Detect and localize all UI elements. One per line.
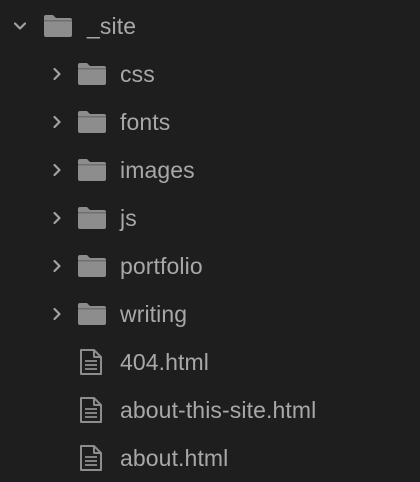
tree-item-label: about.html	[120, 445, 229, 471]
tree-item-label: js	[120, 205, 137, 231]
tree-item-label: images	[120, 157, 195, 183]
file-icon	[79, 444, 103, 472]
chevron-right-icon[interactable]	[48, 257, 66, 275]
tree-folder-portfolio[interactable]: portfolio	[0, 242, 420, 290]
tree-item-label: 404.html	[120, 349, 210, 375]
folder-icon	[77, 302, 107, 326]
tree-folder-fonts[interactable]: fonts	[0, 98, 420, 146]
tree-item-label: about-this-site.html	[120, 397, 317, 423]
chevron-right-icon[interactable]	[48, 113, 66, 131]
tree-folder-site[interactable]: _site	[0, 2, 420, 50]
tree-file-about[interactable]: about.html	[0, 434, 420, 482]
tree-item-label: css	[120, 61, 155, 87]
tree-file-about-this-site[interactable]: about-this-site.html	[0, 386, 420, 434]
tree-folder-css[interactable]: css	[0, 50, 420, 98]
folder-icon	[77, 110, 107, 134]
tree-item-label: _site	[87, 13, 137, 39]
tree-folder-writing[interactable]: writing	[0, 290, 420, 338]
chevron-right-icon[interactable]	[48, 65, 66, 83]
tree-item-label: portfolio	[120, 253, 203, 279]
tree-file-404[interactable]: 404.html	[0, 338, 420, 386]
file-tree: _site css fonts images js portfolio writ…	[0, 0, 420, 482]
tree-folder-images[interactable]: images	[0, 146, 420, 194]
folder-icon	[77, 158, 107, 182]
chevron-down-icon[interactable]	[11, 17, 29, 35]
chevron-right-icon[interactable]	[48, 209, 66, 227]
file-icon	[79, 396, 103, 424]
tree-item-label: writing	[120, 301, 188, 327]
folder-icon	[77, 206, 107, 230]
folder-icon	[77, 62, 107, 86]
folder-icon	[43, 14, 73, 38]
chevron-right-icon[interactable]	[48, 305, 66, 323]
file-icon	[79, 348, 103, 376]
folder-icon	[77, 254, 107, 278]
chevron-right-icon[interactable]	[48, 161, 66, 179]
tree-item-label: fonts	[120, 109, 171, 135]
tree-folder-js[interactable]: js	[0, 194, 420, 242]
